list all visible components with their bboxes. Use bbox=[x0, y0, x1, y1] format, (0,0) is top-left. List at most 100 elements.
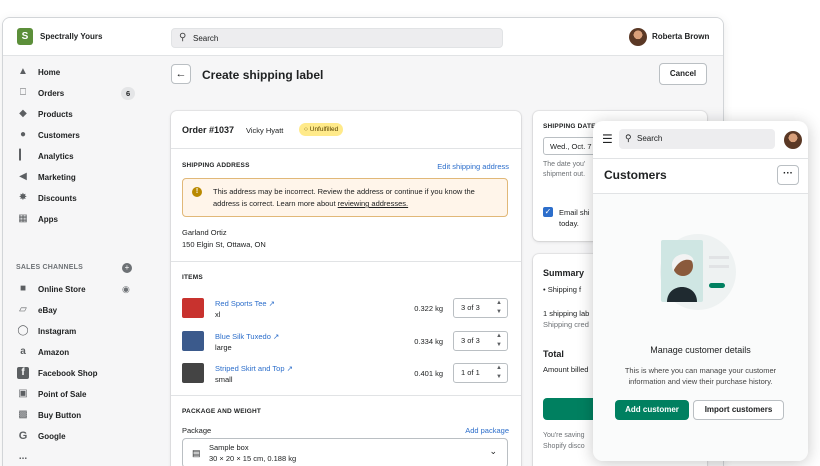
divider bbox=[171, 395, 521, 396]
menu-icon[interactable]: ☰ bbox=[602, 132, 613, 146]
external-link-icon: ↗ bbox=[272, 332, 280, 341]
sidebar-item-orders[interactable]: ⎕ Orders 6 bbox=[3, 84, 145, 104]
tag-icon: ◆ bbox=[19, 108, 27, 119]
pos-icon: ▣ bbox=[18, 388, 28, 399]
divider bbox=[171, 148, 521, 149]
sidebar-item-google[interactable]: G Google bbox=[3, 427, 145, 447]
sidebar-item-discounts[interactable]: ✸ Discounts bbox=[3, 189, 145, 209]
mobile-top-bar: ☰ ⚲ Search bbox=[593, 121, 808, 159]
edit-shipping-address-link[interactable]: Edit shipping address bbox=[437, 162, 509, 171]
sales-channels-title: SALES CHANNELS bbox=[16, 264, 83, 271]
shopify-logo-icon[interactable]: S bbox=[17, 28, 33, 45]
page-title: Create shipping label bbox=[202, 68, 324, 82]
sidebar-item-point-of-sale[interactable]: ▣ Point of Sale bbox=[3, 385, 145, 405]
sidebar-item-ebay[interactable]: ▱ eBay bbox=[3, 301, 145, 321]
package-dimensions: 30 × 20 × 15 cm, 0.188 kg bbox=[209, 454, 297, 463]
arrow-left-icon: ← bbox=[175, 68, 187, 80]
product-variant: xl bbox=[215, 310, 221, 319]
sidebar-more[interactable]: ... bbox=[3, 448, 145, 466]
package-select[interactable]: ▤ Sample box 30 × 20 × 15 cm, 0.188 kg ⌄ bbox=[182, 438, 508, 466]
store-name[interactable]: Spectrally Yours bbox=[40, 32, 102, 41]
amazon-icon: a bbox=[20, 346, 26, 357]
product-link[interactable]: Blue Silk Tuxedo ↗ bbox=[215, 332, 279, 341]
stepper-arrows-icon[interactable]: ▲ ▼ bbox=[496, 364, 502, 382]
sidebar-item-label: Online Store bbox=[38, 285, 86, 294]
sidebar-item-label: Google bbox=[38, 432, 66, 441]
chevron-down-icon: ⌄ bbox=[489, 446, 497, 456]
sidebar-item-online-store[interactable]: ■ Online Store ◉ bbox=[3, 280, 145, 300]
reviewing-addresses-link[interactable]: reviewing addresses. bbox=[338, 199, 408, 208]
shipping-address-title: SHIPPING ADDRESS bbox=[182, 162, 250, 169]
address-name: Garland Ortiz bbox=[182, 228, 227, 237]
total-title: Total bbox=[543, 349, 564, 359]
quantity-stepper[interactable]: 1 of 1 ▲ ▼ bbox=[453, 363, 508, 383]
external-link-icon: ↗ bbox=[286, 364, 293, 373]
sidebar-item-label: Point of Sale bbox=[38, 390, 87, 399]
cancel-button[interactable]: Cancel bbox=[659, 63, 707, 85]
empty-state-text: This is where you can manage your custom… bbox=[624, 366, 777, 386]
sidebar-item-marketing[interactable]: ◀ Marketing bbox=[3, 168, 145, 188]
sidebar-item-customers[interactable]: ● Customers bbox=[3, 126, 145, 146]
sidebar-item-analytics[interactable]: ▎ Analytics bbox=[3, 147, 145, 167]
home-icon: ▲ bbox=[18, 66, 28, 77]
sidebar-item-label: Facebook Shop bbox=[38, 369, 98, 378]
add-customer-button[interactable]: Add customer bbox=[615, 400, 689, 420]
sidebar-item-label: eBay bbox=[38, 306, 58, 315]
back-button[interactable]: ← bbox=[171, 64, 191, 84]
sidebar-item-amazon[interactable]: a Amazon bbox=[3, 343, 145, 363]
product-name: Striped Skirt and Top bbox=[215, 364, 285, 373]
email-checkbox[interactable]: ✓ bbox=[543, 207, 553, 217]
stepper-arrows-icon[interactable]: ▲ ▼ bbox=[496, 332, 502, 350]
avatar[interactable] bbox=[629, 28, 647, 46]
quantity-stepper[interactable]: 3 of 3 ▲ ▼ bbox=[453, 331, 508, 351]
sidebar-item-label: Orders bbox=[38, 89, 65, 98]
product-link[interactable]: Red Sports Tee ↗ bbox=[215, 299, 275, 308]
apps-icon: ▦ bbox=[18, 213, 28, 224]
add-channel-icon[interactable]: + bbox=[122, 263, 132, 273]
product-weight: 0.334 kg bbox=[414, 337, 443, 346]
sidebar-item-products[interactable]: ◆ Products bbox=[3, 105, 145, 125]
user-name[interactable]: Roberta Brown bbox=[652, 32, 709, 41]
sidebar-item-apps[interactable]: ▦ Apps bbox=[3, 210, 145, 230]
list-item: Blue Silk Tuxedo ↗ large 0.334 kg 3 of 3… bbox=[182, 331, 512, 357]
date-value: Wed., Oct. 7 bbox=[550, 142, 592, 151]
avatar[interactable] bbox=[784, 131, 802, 149]
add-package-link[interactable]: Add package bbox=[465, 426, 509, 435]
external-link-icon: ↗ bbox=[268, 299, 275, 308]
sidebar-item-label: Analytics bbox=[38, 152, 74, 161]
mobile-window: ☰ ⚲ Search Customers ··· Manage customer… bbox=[593, 121, 808, 461]
package-label: Package bbox=[182, 426, 212, 435]
eye-icon[interactable]: ◉ bbox=[122, 284, 130, 295]
sidebar-item-label: Discounts bbox=[38, 194, 77, 203]
email-label-1: Email shi bbox=[559, 208, 590, 217]
saving-text-1: You're saving bbox=[543, 432, 585, 439]
package-weight-title: PACKAGE AND WEIGHT bbox=[182, 408, 262, 415]
customers-empty-state: Manage customer details This is where yo… bbox=[593, 193, 808, 461]
sidebar-item-facebook-shop[interactable]: f Facebook Shop bbox=[3, 364, 145, 384]
product-thumbnail bbox=[182, 298, 204, 318]
bar-chart-icon: ▎ bbox=[19, 150, 27, 161]
sidebar-item-buy-button[interactable]: ▩ Buy Button bbox=[3, 406, 145, 426]
product-name: Blue Silk Tuxedo bbox=[215, 332, 271, 341]
mobile-search-input[interactable]: ⚲ Search bbox=[619, 129, 775, 149]
quantity-stepper[interactable]: 3 of 3 ▲ ▼ bbox=[453, 298, 508, 318]
search-input[interactable]: ⚲ Search bbox=[171, 28, 503, 48]
megaphone-icon: ◀ bbox=[19, 171, 27, 182]
mobile-search-placeholder: Search bbox=[637, 134, 663, 143]
bag-icon: ▱ bbox=[19, 304, 27, 315]
stepper-arrows-icon[interactable]: ▲ ▼ bbox=[496, 299, 502, 317]
product-name: Red Sports Tee bbox=[215, 299, 267, 308]
product-weight: 0.401 kg bbox=[414, 369, 443, 378]
more-actions-button[interactable]: ··· bbox=[777, 165, 799, 185]
product-link[interactable]: Striped Skirt and Top ↗ bbox=[215, 364, 293, 373]
product-thumbnail bbox=[182, 331, 204, 351]
quantity-value: 3 of 3 bbox=[461, 303, 480, 312]
address-line: 150 Elgin St, Ottawa, ON bbox=[182, 240, 266, 249]
sidebar-item-instagram[interactable]: ◯ Instagram bbox=[3, 322, 145, 342]
list-item: Striped Skirt and Top ↗ small 0.401 kg 1… bbox=[182, 363, 512, 389]
warning-icon: ! bbox=[192, 187, 202, 197]
sidebar-item-home[interactable]: ▲ Home bbox=[3, 63, 145, 83]
import-customers-button[interactable]: Import customers bbox=[693, 400, 784, 420]
product-variant: large bbox=[215, 343, 232, 352]
total-line: Amount billed bbox=[543, 365, 589, 374]
